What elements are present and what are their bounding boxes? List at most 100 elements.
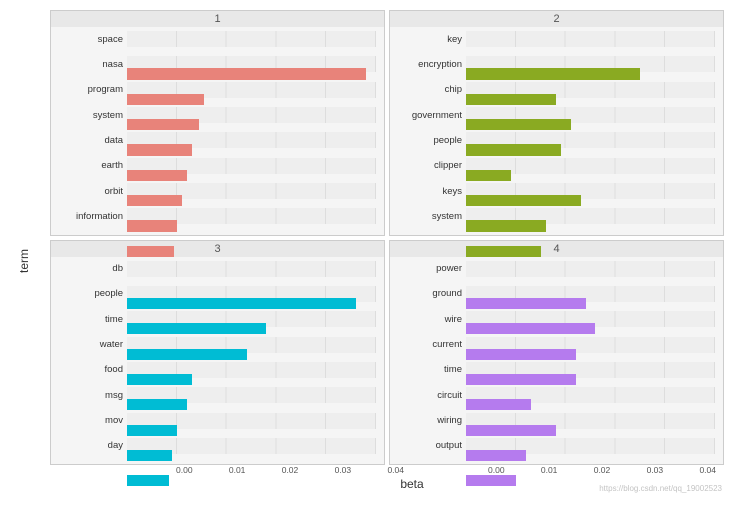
- bar-fill: [127, 425, 177, 436]
- bar-fill: [127, 399, 187, 410]
- bar-row: output: [394, 438, 715, 454]
- bar-row: power: [394, 261, 715, 277]
- chart-container: term 1 space nasa program system data earth orb…: [0, 0, 734, 521]
- bar-label: msg: [55, 390, 127, 401]
- bar-row: program: [55, 82, 376, 98]
- bar-label: orbit: [55, 186, 127, 197]
- bar-fill: [127, 475, 169, 486]
- bar-area: [466, 261, 715, 277]
- bar-fill: [127, 220, 177, 231]
- panel-title-panel1: 1: [51, 11, 384, 27]
- y-axis-label: term: [17, 249, 31, 273]
- panel-title-panel2: 2: [390, 11, 723, 27]
- bar-label: clipper: [394, 160, 466, 171]
- bar-label: water: [55, 339, 127, 350]
- bar-row: mov: [55, 413, 376, 429]
- panel-panel4: 4 power ground wire current time circuit wiring…: [389, 240, 724, 466]
- chart-grid: 1 space nasa program system data earth orbit inf…: [50, 10, 724, 465]
- bar-fill: [127, 450, 172, 461]
- bar-fill: [466, 68, 640, 79]
- bar-row: space: [55, 31, 376, 47]
- bar-fill: [127, 349, 247, 360]
- bar-fill: [466, 246, 541, 257]
- bar-row: circuit: [394, 387, 715, 403]
- bar-row: msg: [55, 387, 376, 403]
- bar-row: food: [55, 362, 376, 378]
- bar-area: [466, 31, 715, 47]
- bar-label: earth: [55, 160, 127, 171]
- bar-fill: [466, 323, 595, 334]
- bar-fill: [466, 374, 576, 385]
- bar-label: chip: [394, 84, 466, 95]
- panel-title-panel3: 3: [51, 241, 384, 257]
- bar-row: day: [55, 438, 376, 454]
- bar-label: db: [55, 263, 127, 274]
- bar-label: information: [55, 211, 127, 222]
- bar-label: wire: [394, 314, 466, 325]
- bar-fill: [466, 399, 531, 410]
- bar-area: [127, 31, 376, 47]
- bar-fill: [127, 144, 192, 155]
- bar-fill: [466, 298, 586, 309]
- bar-label: output: [394, 440, 466, 451]
- bar-fill: [466, 425, 556, 436]
- bar-fill: [466, 144, 561, 155]
- bar-label: time: [394, 364, 466, 375]
- bar-row: clipper: [394, 158, 715, 174]
- bar-row: information: [55, 208, 376, 224]
- bar-label: keys: [394, 186, 466, 197]
- bar-label: food: [55, 364, 127, 375]
- bar-row: system: [55, 107, 376, 123]
- bar-label: system: [55, 110, 127, 121]
- bar-fill: [127, 246, 174, 257]
- bar-fill: [127, 119, 199, 130]
- bar-label: time: [55, 314, 127, 325]
- bar-row: key: [394, 31, 715, 47]
- bar-row: earth: [55, 158, 376, 174]
- bar-area: [127, 261, 376, 277]
- bar-fill: [466, 170, 511, 181]
- bar-row: data: [55, 132, 376, 148]
- bar-fill: [466, 195, 581, 206]
- bar-label: program: [55, 84, 127, 95]
- panel-panel1: 1 space nasa program system data earth orbit inf…: [50, 10, 385, 236]
- bar-fill: [466, 119, 571, 130]
- bar-fill: [127, 94, 204, 105]
- bar-label: government: [394, 110, 466, 121]
- bar-fill: [466, 450, 526, 461]
- bar-label: nasa: [55, 59, 127, 70]
- bar-label: key: [394, 34, 466, 45]
- bar-label: system: [394, 211, 466, 222]
- bar-label: current: [394, 339, 466, 350]
- bar-label: ground: [394, 288, 466, 299]
- bar-fill: [127, 170, 187, 181]
- bar-label: day: [55, 440, 127, 451]
- bar-label: people: [394, 135, 466, 146]
- bar-label: circuit: [394, 390, 466, 401]
- bar-row: system: [394, 208, 715, 224]
- panel-title-panel4: 4: [390, 241, 723, 257]
- bar-fill: [127, 68, 366, 79]
- bar-label: power: [394, 263, 466, 274]
- bar-fill: [127, 195, 182, 206]
- bar-fill: [127, 298, 356, 309]
- panel-inner-panel4: power ground wire current time circuit wiring o…: [394, 261, 715, 457]
- bar-label: people: [55, 288, 127, 299]
- bar-label: mov: [55, 415, 127, 426]
- bar-label: data: [55, 135, 127, 146]
- bar-fill: [466, 349, 576, 360]
- bar-row: orbit: [55, 183, 376, 199]
- panel-panel3: 3 db people time water food msg mov day: [50, 240, 385, 466]
- panel-panel2: 2 key encryption chip government people clippe…: [389, 10, 724, 236]
- bar-row: db: [55, 261, 376, 277]
- bar-fill: [127, 374, 192, 385]
- watermark: https://blog.csdn.net/qq_19002523: [599, 484, 722, 493]
- bar-label: encryption: [394, 59, 466, 70]
- panel-inner-panel3: db people time water food msg mov day: [55, 261, 376, 457]
- panel-inner-panel1: space nasa program system data earth orbit info…: [55, 31, 376, 227]
- bar-fill: [466, 475, 516, 486]
- bar-fill: [466, 220, 546, 231]
- bar-label: wiring: [394, 415, 466, 426]
- bar-label: space: [55, 34, 127, 45]
- bar-fill: [466, 94, 556, 105]
